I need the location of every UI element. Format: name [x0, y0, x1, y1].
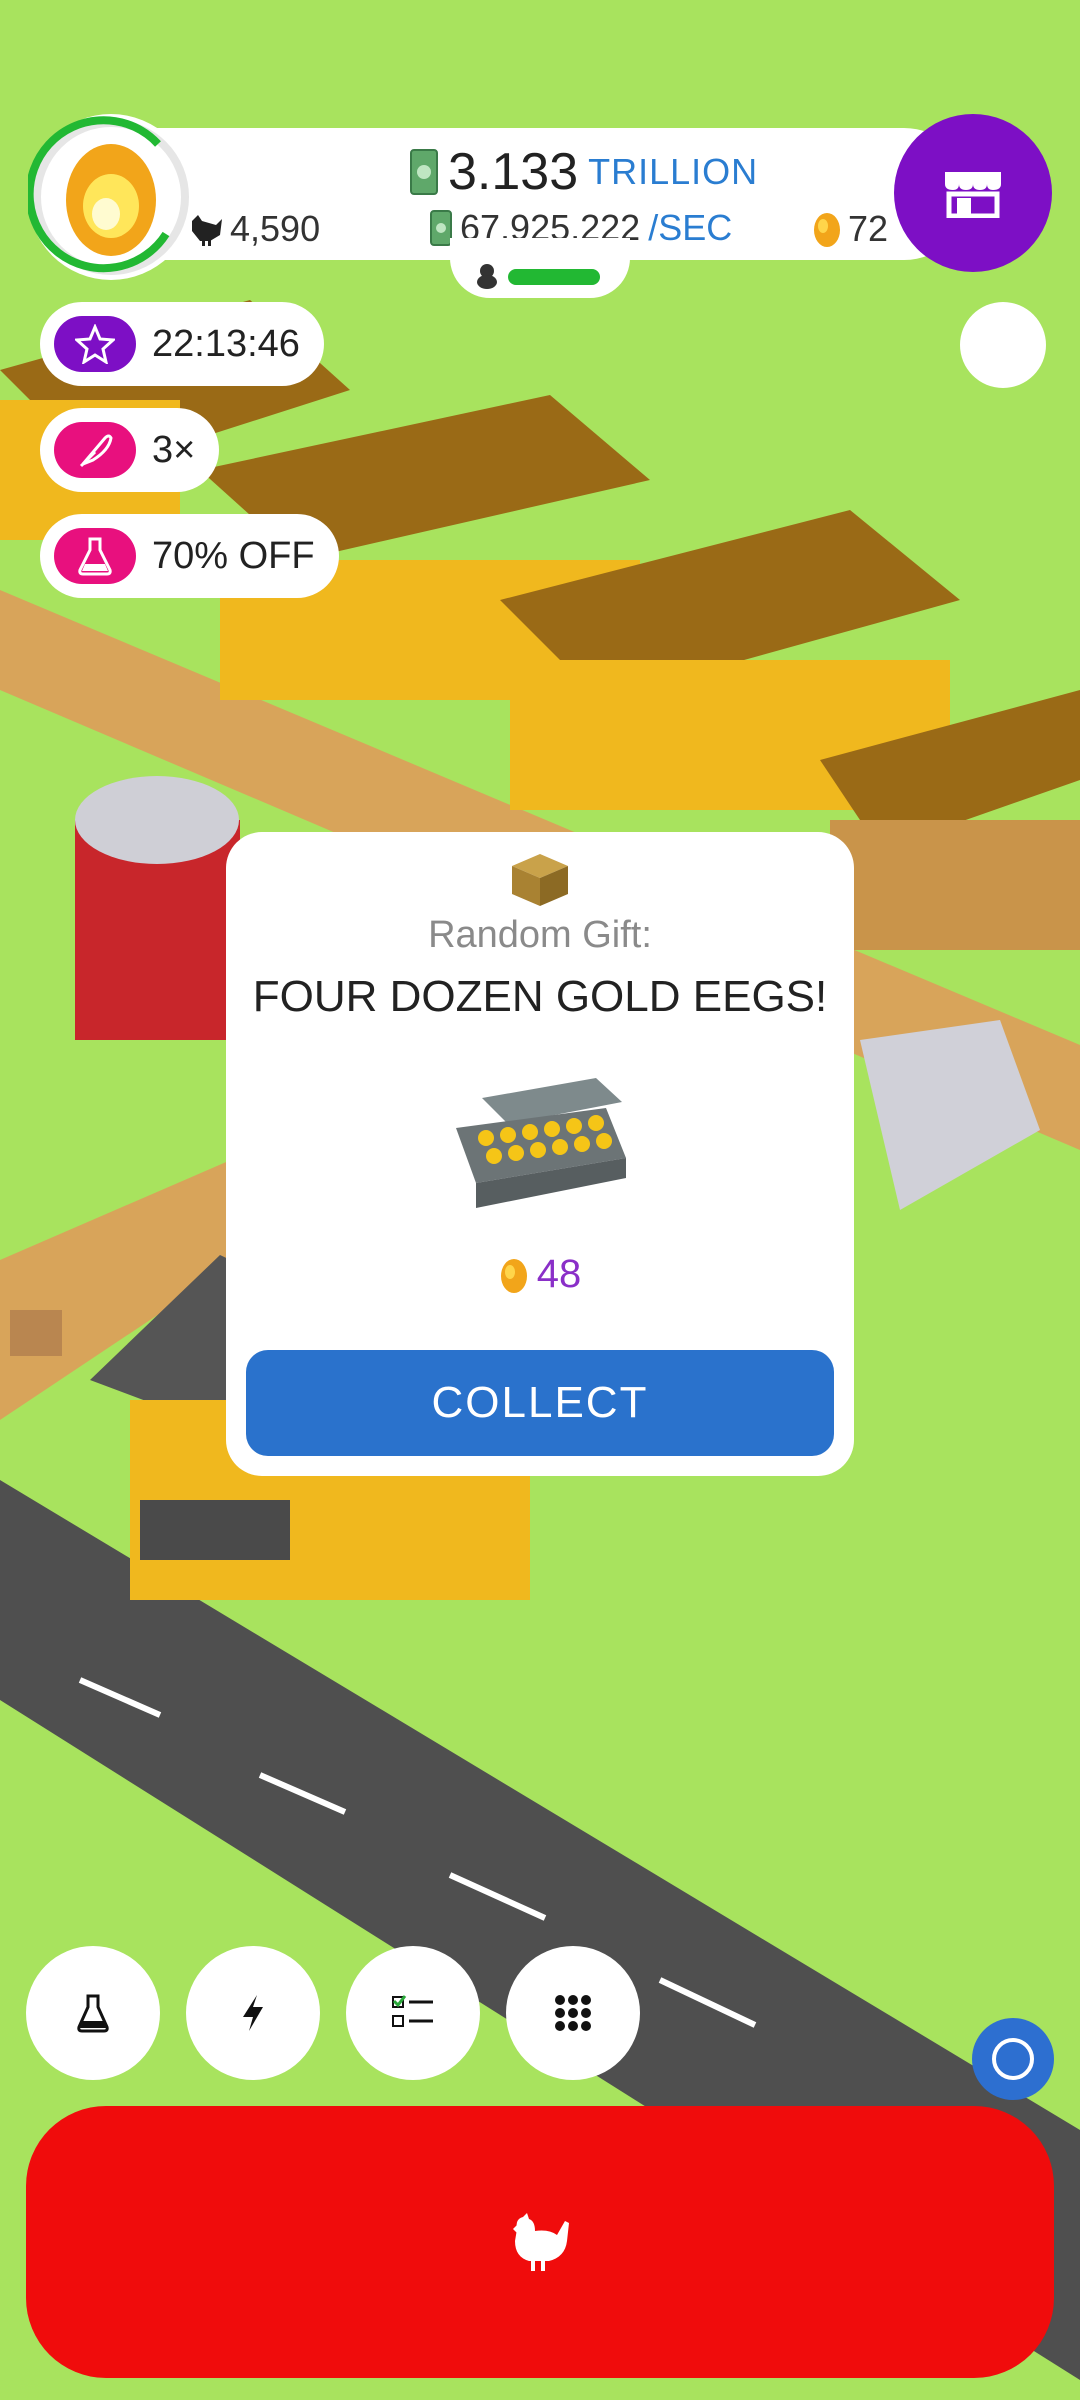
chick-icon [477, 264, 497, 289]
research-button[interactable] [26, 1946, 160, 2080]
lightning-icon [243, 1995, 263, 2031]
hatchery-tab [450, 238, 630, 298]
boost-timer-pill[interactable]: 22:13:46 [40, 302, 324, 386]
gift-amount: 48 [226, 1252, 854, 1297]
feather-icon [79, 434, 113, 468]
chicken-count-value: 4,590 [230, 208, 321, 249]
star-badge [54, 316, 136, 372]
ring-icon [992, 2038, 1034, 2080]
golden-egg-image [28, 116, 189, 275]
golden-egg-icon [814, 213, 840, 247]
feather-badge [54, 422, 136, 478]
cash-rate-icon [430, 210, 452, 246]
cash-unit: TRILLION [588, 151, 759, 192]
research-discount-text: 70% OFF [152, 534, 315, 577]
boosts-button[interactable] [186, 1946, 320, 2080]
chicken-icon [513, 2213, 569, 2271]
gift-title: Random Gift: [428, 914, 652, 956]
cash-icon [410, 149, 438, 195]
chicken-count: 4,590 [186, 208, 320, 250]
shop-icon [945, 172, 1001, 218]
camera-button[interactable] [972, 2018, 1054, 2100]
grid-icon [555, 1995, 591, 2031]
cash-display: 3.133 TRILLION [410, 142, 758, 202]
egg-progress-ring[interactable] [28, 114, 194, 280]
collect-button[interactable]: COLLECT [246, 1350, 834, 1456]
egg-carton-image [456, 1078, 626, 1208]
boost-timer-text: 22:13:46 [152, 322, 300, 365]
boost-multiplier-pill[interactable]: 3× [40, 408, 220, 492]
flask-icon [77, 1994, 109, 2033]
hatch-chicken-button[interactable] [26, 2106, 1054, 2378]
hatchery-capacity-bar [508, 269, 600, 285]
income-rate-unit: /SEC [648, 207, 733, 248]
side-action-button[interactable] [960, 302, 1046, 388]
missions-button[interactable] [346, 1946, 480, 2080]
golden-egg-count-value: 72 [848, 208, 889, 249]
chicken-icon [192, 215, 222, 246]
gift-amount-value: 48 [536, 1252, 582, 1296]
golden-egg-count: 72 [812, 208, 888, 250]
checklist-icon [392, 1995, 433, 2027]
shop-button[interactable] [894, 114, 1052, 272]
menu-button[interactable] [506, 1946, 640, 2080]
gift-box-icon [512, 854, 568, 906]
golden-egg-icon [500, 1258, 527, 1293]
flask-icon [78, 537, 112, 576]
flask-badge [54, 528, 136, 584]
cash-value: 3.133 [448, 143, 579, 201]
random-gift-popup: Random Gift: FOUR DOZEN GOLD EEGS! 48 CO… [226, 832, 854, 1476]
gift-description: FOUR DOZEN GOLD EEGS! [252, 972, 828, 1021]
research-discount-pill[interactable]: 70% OFF [40, 514, 339, 598]
star-icon [75, 324, 115, 364]
boost-multiplier-text: 3× [152, 428, 196, 471]
